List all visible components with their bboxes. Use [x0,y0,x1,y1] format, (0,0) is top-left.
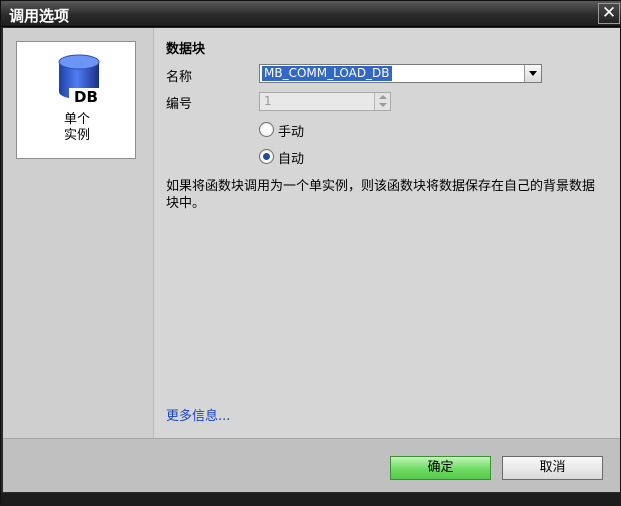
left-panel: DB 单个 实例 [3,28,154,438]
database-icon: DB [58,54,103,106]
more-info-link[interactable]: 更多信息... [166,405,230,424]
single-instance-card[interactable]: DB 单个 实例 [16,41,136,159]
spin-up-icon [379,95,387,99]
dialog-title: 调用选项 [9,7,70,25]
card-label-line2: 实例 [63,128,90,143]
spinner-icon [374,93,390,110]
card-label-line1: 单个 [63,112,90,127]
radio-auto-label: 自动 [278,152,305,167]
number-stepper: 1 [259,92,391,111]
card-label: 单个 实例 [17,112,137,144]
db-icon-text: DB [74,88,98,106]
spin-down-icon [379,103,387,107]
close-button[interactable]: ✕ [598,3,620,24]
ok-button[interactable]: 确定 [390,456,491,480]
number-label: 编号 [166,97,193,112]
chevron-down-icon[interactable] [524,65,541,82]
right-panel: 数据块 名称 MB_COMM_LOAD_DB 编号 1 手动 自动 如果将函数块… [155,28,620,438]
name-label: 名称 [166,70,193,85]
name-value: MB_COMM_LOAD_DB [262,66,392,81]
cancel-button[interactable]: 取消 [502,456,603,480]
radio-manual-circle[interactable] [259,122,274,137]
description-text: 如果将函数块调用为一个单实例，则该函数块将数据保存在自己的背景数据块中。 [166,179,596,211]
button-bar: 确定 取消 [3,438,620,492]
title-bar: 调用选项 ✕ [1,1,621,27]
radio-manual-label: 手动 [278,125,305,140]
close-icon: ✕ [601,3,617,23]
section-title: 数据块 [166,42,206,57]
call-options-dialog: 调用选项 ✕ DB 单个 实例 数据块 名称 MB_COMM_LOAD_DB 编… [0,0,621,506]
radio-auto-circle[interactable] [259,149,274,164]
dialog-content: DB 单个 实例 数据块 名称 MB_COMM_LOAD_DB 编号 1 手动 … [3,28,620,438]
number-value: 1 [264,94,272,108]
name-combobox[interactable]: MB_COMM_LOAD_DB [259,64,542,83]
bottom-strip [1,493,621,506]
